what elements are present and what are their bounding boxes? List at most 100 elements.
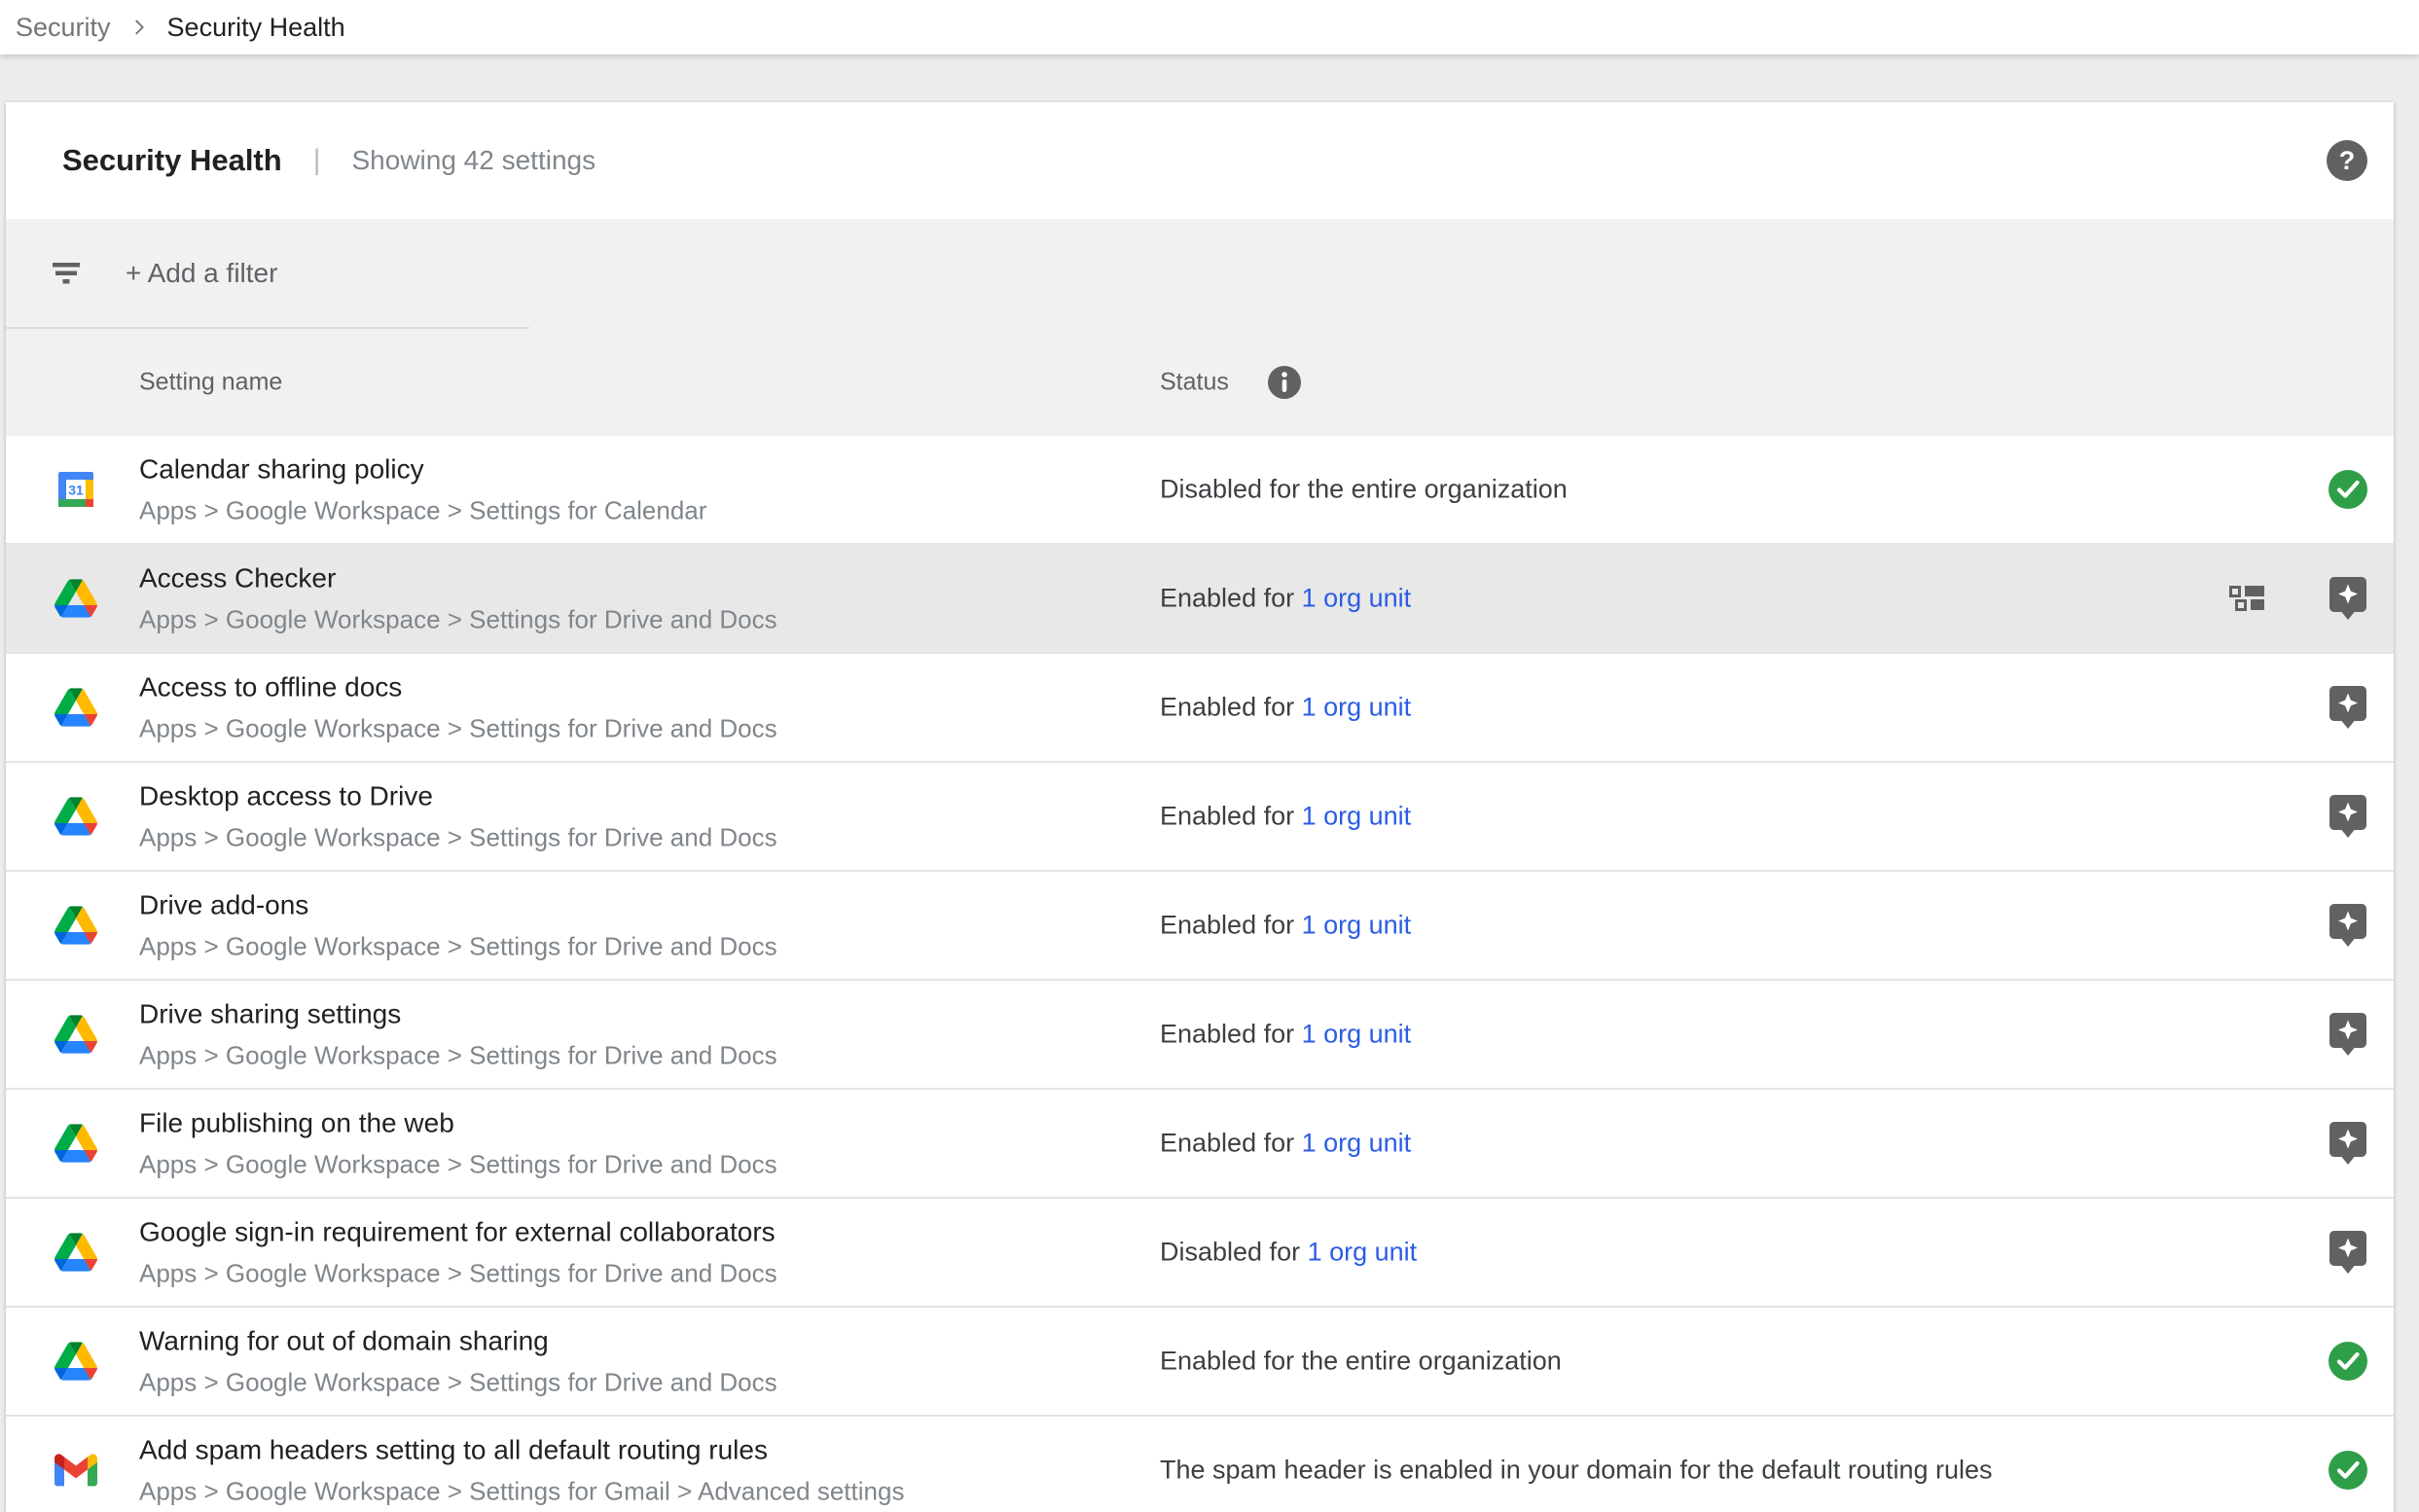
org-unit-link[interactable]: 1 org unit <box>1302 1020 1412 1049</box>
status-text: Enabled for <box>1160 1129 1302 1158</box>
setting-name[interactable]: Calendar sharing policy <box>139 454 706 485</box>
status-text: The spam header is enabled in your domai… <box>1160 1456 1993 1485</box>
setting-text-block: Warning for out of domain sharing Apps >… <box>139 1326 777 1395</box>
table-row[interactable]: Access Checker Apps > Google Workspace >… <box>6 545 2394 654</box>
status-text: Disabled for <box>1160 1238 1308 1267</box>
status-cell: Enabled for 1 org unit <box>1160 911 1411 941</box>
drive-icon <box>54 686 97 729</box>
status-check-icon <box>2328 1450 2368 1491</box>
recommendation-flag-icon[interactable] <box>2329 794 2367 839</box>
settings-table: 31 Calendar sharing policy Apps > Google… <box>6 436 2394 1512</box>
title-separator: | <box>313 144 321 177</box>
table-row[interactable]: Desktop access to Drive Apps > Google Wo… <box>6 763 2394 872</box>
status-cell: Enabled for 1 org unit <box>1160 693 1411 723</box>
drive-icon <box>54 1231 97 1274</box>
setting-name[interactable]: Access Checker <box>139 563 777 594</box>
setting-text-block: Access to offline docs Apps > Google Wor… <box>139 672 777 741</box>
breadcrumb: Security Security Health <box>0 0 2419 54</box>
status-check-icon <box>2328 469 2368 510</box>
org-unit-link[interactable]: 1 org unit <box>1302 1129 1412 1158</box>
setting-text-block: Access Checker Apps > Google Workspace >… <box>139 563 777 632</box>
drive-icon <box>54 795 97 838</box>
drive-icon <box>54 1122 97 1165</box>
setting-name[interactable]: Drive sharing settings <box>139 999 777 1029</box>
setting-path: Apps > Google Workspace > Settings for G… <box>139 1477 904 1505</box>
filter-and-header-section: + Add a filter Setting name Status <box>6 219 2394 436</box>
org-unit-link[interactable]: 1 org unit <box>1308 1238 1418 1267</box>
security-health-card: Security Health | Showing 42 settings ? … <box>6 102 2394 1512</box>
setting-text-block: Google sign-in requirement for external … <box>139 1217 777 1286</box>
status-cell: Enabled for 1 org unit <box>1160 1129 1411 1159</box>
table-row[interactable]: Warning for out of domain sharing Apps >… <box>6 1308 2394 1417</box>
org-unit-link[interactable]: 1 org unit <box>1302 911 1412 940</box>
status-text: Enabled for <box>1160 693 1302 722</box>
setting-path: Apps > Google Workspace > Settings for D… <box>139 605 777 633</box>
org-unit-link[interactable]: 1 org unit <box>1302 802 1412 831</box>
setting-path: Apps > Google Workspace > Settings for D… <box>139 1150 777 1178</box>
setting-name[interactable]: File publishing on the web <box>139 1108 777 1138</box>
status-text: Enabled for <box>1160 802 1302 831</box>
column-header-setting-name: Setting name <box>139 369 282 397</box>
setting-name[interactable]: Drive add-ons <box>139 890 777 920</box>
setting-name[interactable]: Add spam headers setting to all default … <box>139 1435 904 1465</box>
org-unit-link[interactable]: 1 org unit <box>1302 693 1412 722</box>
recommendation-flag-icon[interactable] <box>2329 576 2367 621</box>
drive-icon <box>54 577 97 620</box>
status-cell: Enabled for 1 org unit <box>1160 1020 1411 1050</box>
setting-text-block: File publishing on the web Apps > Google… <box>139 1108 777 1177</box>
status-cell: Enabled for 1 org unit <box>1160 584 1411 614</box>
table-row[interactable]: Add spam headers setting to all default … <box>6 1417 2394 1512</box>
table-row[interactable]: Access to offline docs Apps > Google Wor… <box>6 654 2394 763</box>
settings-count: Showing 42 settings <box>352 145 596 176</box>
column-header-status: Status <box>1160 369 1229 397</box>
setting-name[interactable]: Google sign-in requirement for external … <box>139 1217 777 1247</box>
setting-text-block: Desktop access to Drive Apps > Google Wo… <box>139 781 777 850</box>
setting-name[interactable]: Desktop access to Drive <box>139 781 777 811</box>
breadcrumb-item-security-health: Security Health <box>167 13 345 43</box>
calendar-icon: 31 <box>54 468 97 511</box>
card-header: Security Health | Showing 42 settings ? <box>6 102 2394 219</box>
status-cell: Disabled for 1 org unit <box>1160 1238 1417 1268</box>
table-row[interactable]: Google sign-in requirement for external … <box>6 1199 2394 1308</box>
setting-name[interactable]: Access to offline docs <box>139 672 777 702</box>
recommendation-flag-icon[interactable] <box>2329 1012 2367 1057</box>
help-icon[interactable]: ? <box>2326 139 2368 182</box>
drive-icon <box>54 1013 97 1056</box>
status-text: Disabled for the entire organization <box>1160 475 1568 504</box>
org-unit-link[interactable]: 1 org unit <box>1302 584 1412 613</box>
status-cell: Disabled for the entire organization <box>1160 475 1568 505</box>
status-check-icon <box>2328 1341 2368 1382</box>
setting-text-block: Drive add-ons Apps > Google Workspace > … <box>139 890 777 959</box>
add-filter-label: + Add a filter <box>126 258 277 289</box>
status-info-icon[interactable] <box>1267 365 1302 400</box>
table-row[interactable]: Drive add-ons Apps > Google Workspace > … <box>6 872 2394 981</box>
recommendation-flag-icon[interactable] <box>2329 685 2367 730</box>
setting-text-block: Drive sharing settings Apps > Google Wor… <box>139 999 777 1068</box>
filter-icon <box>52 263 81 284</box>
setting-name[interactable]: Warning for out of domain sharing <box>139 1326 777 1356</box>
status-text: Enabled for the entire organization <box>1160 1347 1562 1376</box>
svg-text:?: ? <box>2339 146 2356 175</box>
page-title: Security Health <box>62 143 282 178</box>
recommendation-flag-icon[interactable] <box>2329 1230 2367 1275</box>
setting-path: Apps > Google Workspace > Settings for D… <box>139 823 777 851</box>
table-row[interactable]: File publishing on the web Apps > Google… <box>6 1090 2394 1199</box>
status-text: Enabled for <box>1160 584 1302 613</box>
status-cell: Enabled for the entire organization <box>1160 1347 1562 1377</box>
breadcrumb-item-security[interactable]: Security <box>16 13 111 43</box>
rules-list-icon[interactable] <box>2229 586 2264 611</box>
status-text: Enabled for <box>1160 1020 1302 1049</box>
add-filter-button[interactable]: + Add a filter <box>6 219 2394 327</box>
table-header-row: Setting name Status <box>6 329 2394 436</box>
setting-path: Apps > Google Workspace > Settings for D… <box>139 1259 777 1287</box>
status-text: Enabled for <box>1160 911 1302 940</box>
table-row[interactable]: 31 Calendar sharing policy Apps > Google… <box>6 436 2394 545</box>
recommendation-flag-icon[interactable] <box>2329 1121 2367 1166</box>
drive-icon <box>54 1340 97 1383</box>
setting-text-block: Add spam headers setting to all default … <box>139 1435 904 1504</box>
table-row[interactable]: Drive sharing settings Apps > Google Wor… <box>6 981 2394 1090</box>
chevron-right-icon <box>128 17 150 38</box>
setting-path: Apps > Google Workspace > Settings for D… <box>139 932 777 960</box>
gmail-icon <box>54 1449 97 1492</box>
recommendation-flag-icon[interactable] <box>2329 903 2367 948</box>
